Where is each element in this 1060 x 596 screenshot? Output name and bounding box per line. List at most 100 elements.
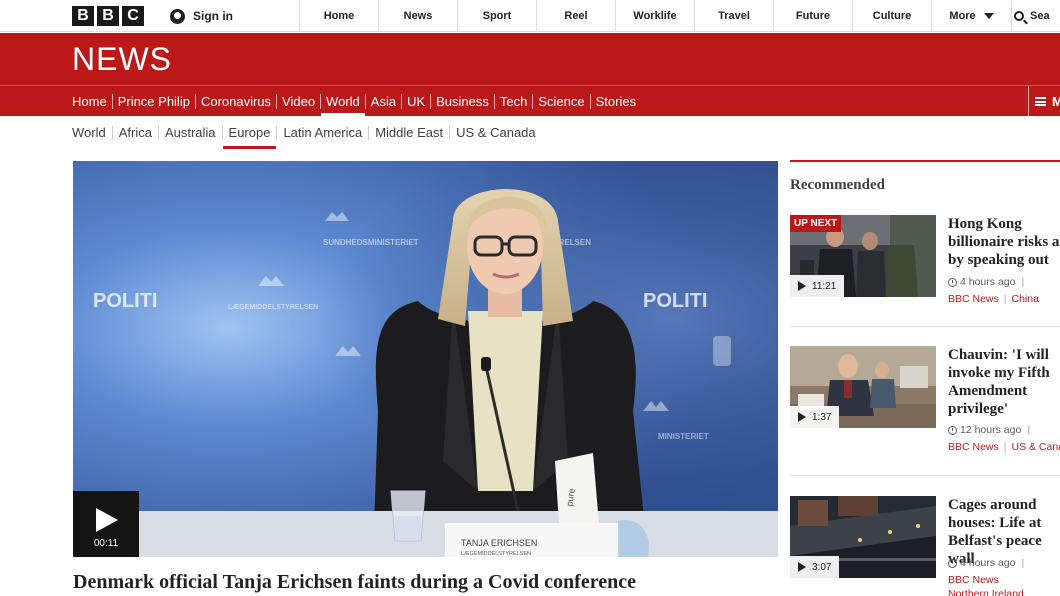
play-button[interactable]: 00:11 — [73, 491, 139, 557]
recommended-item[interactable]: UP NEXT 11:21 Hong Kong billionaire risk… — [790, 215, 1060, 315]
tag-link[interactable]: BBC News — [948, 441, 999, 453]
logo-letter-b1: B — [72, 6, 94, 26]
hamburger-icon — [1035, 97, 1046, 106]
section-nav-coronavirus[interactable]: Coronavirus — [194, 94, 276, 109]
clock-icon — [948, 558, 957, 568]
section-nav-video[interactable]: Video — [276, 94, 320, 109]
recommended-thumbnail[interactable]: UP NEXT 11:21 — [790, 215, 936, 297]
video-frame-image: POLITI POLITI SUNDHEDSMINISTERIET LÆGEMI… — [73, 161, 778, 557]
duration-label: 1:37 — [812, 411, 832, 423]
sub-nav-world[interactable]: World — [72, 125, 112, 140]
tag-link[interactable]: Northern Ireland — [948, 588, 1024, 596]
section-nav-stories[interactable]: Stories — [589, 94, 641, 109]
recommended-divider — [790, 475, 1060, 476]
tag-link[interactable]: China — [1012, 293, 1039, 305]
search-button[interactable]: Sea — [1014, 0, 1050, 32]
global-nav-home[interactable]: Home — [300, 0, 379, 32]
global-nav-reel[interactable]: Reel — [537, 0, 616, 32]
tag-link[interactable]: US & Canada — [1012, 441, 1060, 453]
menu-button[interactable]: M — [1028, 86, 1060, 117]
global-header: B B C Sign in Home News Sport Reel Workl… — [0, 0, 1060, 32]
time-label: 12 hours ago — [960, 424, 1022, 436]
tag-link[interactable]: BBC News — [948, 293, 999, 305]
sub-nav-australia[interactable]: Australia — [157, 125, 222, 140]
recommended-time: 4 hours ago | — [948, 276, 1024, 288]
more-label: More — [949, 10, 976, 22]
search-label: Sea — [1030, 10, 1050, 22]
section-nav-tech[interactable]: Tech — [493, 94, 532, 109]
section-nav-uk[interactable]: UK — [401, 94, 430, 109]
global-nav-worklife[interactable]: Worklife — [616, 0, 695, 32]
global-nav-news[interactable]: News — [379, 0, 458, 32]
recommended-tags: BBC News Northern Ireland — [948, 574, 1024, 596]
backdrop-text-ministeriet: MINISTERIET — [658, 432, 709, 441]
sub-nav-europe[interactable]: Europe — [221, 125, 277, 149]
section-nav-prince-philip[interactable]: Prince Philip — [111, 94, 195, 109]
news-wordmark[interactable]: NEWS — [72, 41, 172, 78]
clock-icon — [948, 277, 957, 287]
user-icon — [170, 8, 185, 24]
clock-icon — [948, 425, 957, 435]
section-nav-world[interactable]: World — [320, 94, 365, 117]
recommended-title[interactable]: Hong Kong billionaire risks all by speak… — [948, 215, 1060, 269]
recommended-heading: Recommended — [790, 177, 885, 193]
recommended-item[interactable]: 3:07 Cages around houses: Life at Belfas… — [790, 496, 1060, 596]
search-icon — [1014, 11, 1024, 21]
recommended-rule — [790, 160, 1060, 162]
section-nav: Home Prince Philip Coronavirus Video Wor… — [0, 85, 1060, 117]
tag-link[interactable]: BBC News — [948, 574, 1024, 586]
nameplate-name: TANJA ERICHSEN — [461, 538, 537, 548]
recommended-thumbnail[interactable]: 1:37 — [790, 346, 936, 428]
play-icon — [798, 281, 806, 291]
section-nav-asia[interactable]: Asia — [364, 94, 401, 109]
recommended-tags: BBC News | US & Canada — [948, 441, 1060, 453]
recommended-thumbnail[interactable]: 3:07 — [790, 496, 936, 578]
global-nav-sport[interactable]: Sport — [458, 0, 537, 32]
global-nav-more[interactable]: More — [932, 0, 1012, 32]
duration-overlay: 3:07 — [790, 556, 840, 578]
nameplate-org: LÆGEMIDDELSTYRELSEN — [461, 551, 531, 557]
video-duration: 00:11 — [93, 538, 119, 549]
play-icon — [798, 412, 806, 422]
separator: | — [1003, 293, 1007, 305]
recommended-item[interactable]: 1:37 Chauvin: 'I will invoke my Fifth Am… — [790, 346, 1060, 456]
backdrop-text-politi-left: POLITI — [93, 290, 157, 312]
bbc-logo[interactable]: B B C — [72, 6, 144, 26]
separator: | — [1003, 441, 1007, 453]
global-nav-culture[interactable]: Culture — [853, 0, 932, 32]
sub-nav-middle-east[interactable]: Middle East — [368, 125, 449, 140]
sign-in-link[interactable]: Sign in — [162, 0, 300, 32]
duration-overlay: 11:21 — [790, 275, 845, 297]
separator: | — [1027, 424, 1031, 436]
logo-letter-c: C — [122, 6, 144, 26]
recommended-time: 4 hours ago | — [948, 557, 1024, 569]
time-label: 4 hours ago — [960, 276, 1016, 288]
global-nav-future[interactable]: Future — [774, 0, 853, 32]
global-nav-travel[interactable]: Travel — [695, 0, 774, 32]
backdrop-text-politi-right: POLITI — [643, 290, 707, 312]
main-video-player[interactable]: POLITI POLITI SUNDHEDSMINISTERIET LÆGEMI… — [73, 161, 778, 557]
section-nav-business[interactable]: Business — [430, 94, 494, 109]
sub-nav: World Africa Australia Europe Latin Amer… — [72, 117, 542, 149]
video-headline[interactable]: Denmark official Tanja Erichsen faints d… — [73, 571, 636, 594]
recommended-title[interactable]: Chauvin: 'I will invoke my Fifth Amendme… — [948, 346, 1060, 418]
recommended-tags: BBC News | China — [948, 293, 1039, 305]
separator: | — [1021, 276, 1025, 288]
global-nav: Home News Sport Reel Worklife Travel Fut… — [300, 0, 1012, 32]
backdrop-text-sundhed: SUNDHEDSMINISTERIET — [323, 238, 419, 247]
sign-in-label: Sign in — [193, 9, 233, 23]
section-nav-home[interactable]: Home — [72, 94, 112, 109]
play-icon — [96, 508, 118, 532]
section-nav-list: Home Prince Philip Coronavirus Video Wor… — [72, 86, 641, 117]
duration-label: 3:07 — [812, 561, 832, 573]
backdrop-text-laegemiddel: LÆGEMIDDELSTYRELSEN — [228, 304, 318, 311]
sub-nav-latin-america[interactable]: Latin America — [276, 125, 368, 140]
recommended-divider — [790, 326, 1060, 327]
section-nav-science[interactable]: Science — [532, 94, 589, 109]
logo-letter-b2: B — [97, 6, 119, 26]
separator: | — [1021, 557, 1025, 569]
sub-nav-africa[interactable]: Africa — [111, 125, 158, 140]
sub-nav-us-canada[interactable]: US & Canada — [449, 125, 542, 140]
news-banner: NEWS — [0, 33, 1060, 85]
recommended-time: 12 hours ago | — [948, 424, 1030, 436]
